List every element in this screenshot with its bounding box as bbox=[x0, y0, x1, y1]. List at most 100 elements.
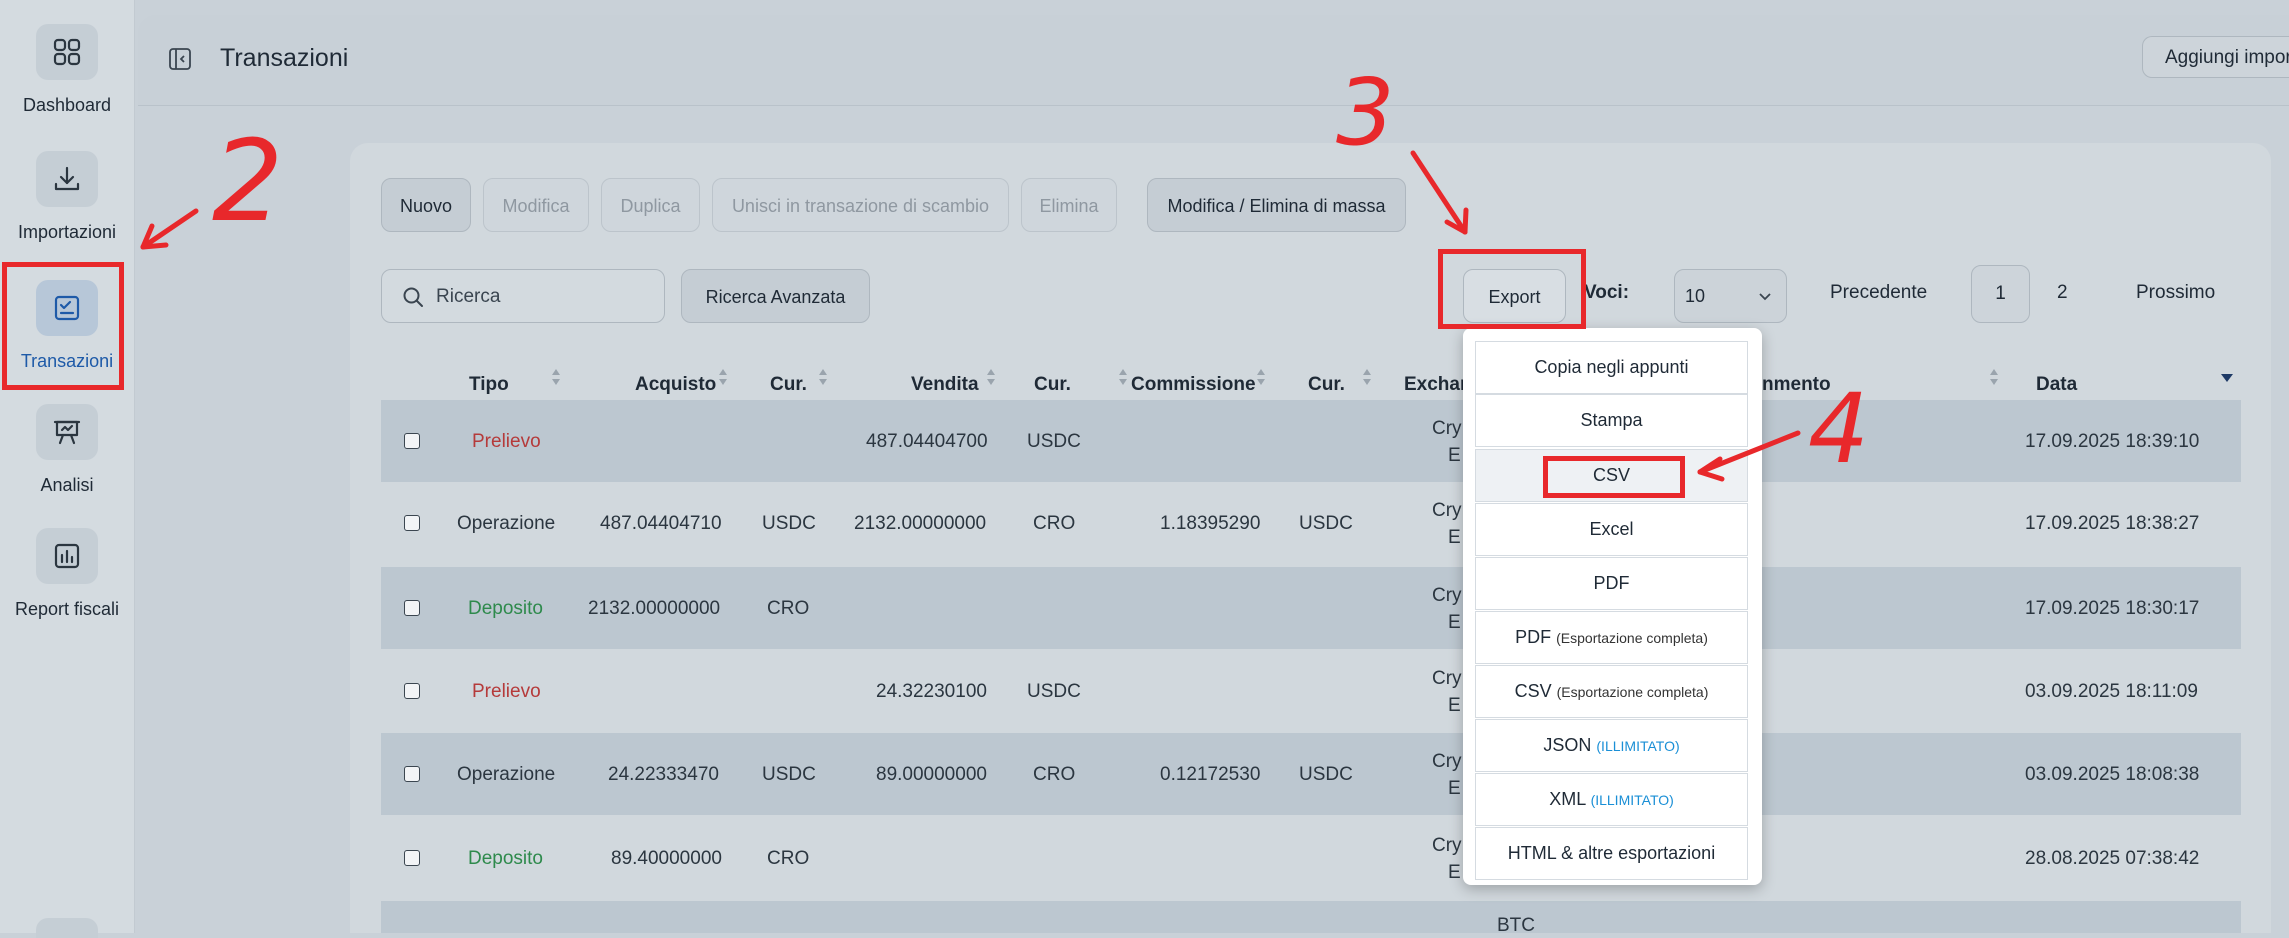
column-header-acquisto[interactable]: Acquisto bbox=[635, 374, 716, 396]
export-excel[interactable]: Excel bbox=[1475, 503, 1748, 556]
dashboard-grid-icon bbox=[36, 24, 98, 80]
advanced-search-button[interactable]: Ricerca Avanzata bbox=[681, 269, 870, 323]
menu-item-note: (ILLIMITATO) bbox=[1590, 792, 1674, 808]
search-box[interactable] bbox=[381, 269, 665, 324]
table-row[interactable]: Operazione 487.04404710 USDC 2132.000000… bbox=[381, 482, 2241, 564]
download-icon bbox=[36, 151, 98, 207]
sort-icon[interactable] bbox=[1118, 366, 1128, 388]
row-checkbox[interactable] bbox=[404, 433, 420, 449]
bulk-edit-delete-button[interactable]: Modifica / Elimina di massa bbox=[1147, 178, 1406, 232]
table-row[interactable]: Deposito 89.40000000 CRO Cry E 28.08.202… bbox=[381, 817, 2241, 899]
pagination-previous[interactable]: Precedente bbox=[1830, 282, 1927, 304]
sort-icon[interactable] bbox=[1989, 366, 1999, 388]
sort-desc-icon[interactable] bbox=[2220, 366, 2234, 388]
column-header-commento[interactable]: nmento bbox=[1762, 374, 1831, 396]
add-import-button[interactable]: Aggiungi impor bbox=[2142, 36, 2289, 78]
new-button[interactable]: Nuovo bbox=[381, 178, 471, 232]
search-input[interactable] bbox=[434, 270, 658, 324]
sort-icon[interactable] bbox=[1362, 366, 1372, 388]
cell-tipo: Operazione bbox=[457, 764, 556, 785]
table-row[interactable]: Deposito 2132.00000000 CRO Cry E 17.09.2… bbox=[381, 567, 2241, 649]
cell-exchange-2: E bbox=[1448, 612, 1461, 633]
export-pdf-full[interactable]: PDF (Esportazione completa) bbox=[1475, 611, 1748, 664]
collapse-sidebar-icon bbox=[169, 48, 191, 70]
cell-data: 17.09.2025 18:30:17 bbox=[2025, 598, 2200, 619]
cell-data: 17.09.2025 18:39:10 bbox=[2025, 431, 2200, 452]
table-row[interactable]: Prelievo 24.32230100 USDC Cry E 03.09.20… bbox=[381, 650, 2241, 732]
pagination-page-2[interactable]: 2 bbox=[2057, 282, 2068, 304]
cell-acquisto: 24.22333470 bbox=[608, 764, 719, 785]
column-header-vendita[interactable]: Vendita bbox=[911, 374, 979, 396]
column-header-cur-3[interactable]: Cur. bbox=[1308, 374, 1345, 396]
sidebar-item-label: Report fiscali bbox=[14, 599, 120, 619]
row-checkbox[interactable] bbox=[404, 683, 420, 699]
cell-exchange: Cry bbox=[1432, 500, 1462, 521]
export-dropdown-menu: Copia negli appunti Stampa CSV Excel PDF… bbox=[1463, 328, 1762, 885]
sort-icon[interactable] bbox=[986, 366, 996, 388]
annotation-box-transazioni bbox=[2, 262, 124, 390]
sidebar-item-label: Analisi bbox=[40, 475, 94, 495]
cell-exchange: BTC bbox=[1497, 915, 1535, 936]
export-xml[interactable]: XML (ILLIMITATO) bbox=[1475, 773, 1748, 826]
column-header-exchange[interactable]: Exchar bbox=[1404, 374, 1467, 396]
row-checkbox[interactable] bbox=[404, 600, 420, 616]
cell-tipo: Prelievo bbox=[472, 681, 541, 702]
sidebar-item-importazioni[interactable]: Importazioni bbox=[0, 151, 134, 243]
row-checkbox[interactable] bbox=[404, 850, 420, 866]
menu-item-label: Copia negli appunti bbox=[1534, 357, 1689, 377]
menu-item-note: (ILLIMITATO) bbox=[1596, 738, 1680, 754]
edit-button[interactable]: Modifica bbox=[483, 178, 589, 232]
sort-icon[interactable] bbox=[818, 366, 828, 388]
annotation-box-export bbox=[1438, 249, 1586, 329]
row-checkbox[interactable] bbox=[404, 515, 420, 531]
column-header-tipo[interactable]: Tipo bbox=[469, 374, 509, 396]
cell-vendita: 89.00000000 bbox=[876, 764, 987, 785]
cell-exchange-2: E bbox=[1448, 527, 1461, 548]
sort-icon[interactable] bbox=[718, 366, 728, 388]
merge-swap-button[interactable]: Unisci in transazione di scambio bbox=[712, 178, 1009, 232]
table-row[interactable]: BTC bbox=[381, 901, 2241, 936]
delete-button[interactable]: Elimina bbox=[1021, 178, 1117, 232]
export-pdf[interactable]: PDF bbox=[1475, 557, 1748, 610]
export-csv-full[interactable]: CSV (Esportazione completa) bbox=[1475, 665, 1748, 718]
pagination-next[interactable]: Prossimo bbox=[2136, 282, 2215, 304]
column-header-cur-1[interactable]: Cur. bbox=[770, 374, 807, 396]
column-header-cur-2[interactable]: Cur. bbox=[1034, 374, 1071, 396]
export-json[interactable]: JSON (ILLIMITATO) bbox=[1475, 719, 1748, 772]
sort-icon[interactable] bbox=[551, 366, 561, 388]
sidebar-collapse-button[interactable] bbox=[168, 47, 192, 71]
sidebar-item-analisi[interactable]: Analisi bbox=[0, 404, 134, 496]
annotation-arrow-2 bbox=[140, 208, 199, 250]
search-icon bbox=[403, 287, 423, 307]
sidebar-item-dashboard[interactable]: Dashboard bbox=[0, 24, 134, 116]
sort-icon[interactable] bbox=[1256, 366, 1266, 388]
cell-exchange-2: E bbox=[1448, 445, 1461, 466]
cell-cur-2: USDC bbox=[1027, 681, 1081, 702]
entries-per-page-select[interactable]: 10 bbox=[1674, 269, 1787, 323]
cell-exchange-2: E bbox=[1448, 778, 1461, 799]
cell-cur-3: USDC bbox=[1299, 513, 1353, 534]
duplicate-button[interactable]: Duplica bbox=[601, 178, 700, 232]
entries-label: Voci: bbox=[1584, 282, 1630, 303]
cell-exchange-2: E bbox=[1448, 862, 1461, 883]
sidebar-item-report-fiscali[interactable]: Report fiscali bbox=[0, 528, 134, 620]
export-copy-clipboard[interactable]: Copia negli appunti bbox=[1475, 341, 1748, 394]
cell-exchange: Cry bbox=[1432, 835, 1462, 856]
cell-cur-1: USDC bbox=[762, 513, 816, 534]
cell-exchange: Cry bbox=[1432, 668, 1462, 689]
column-header-commissione[interactable]: Commissione bbox=[1131, 374, 1256, 396]
menu-item-label: Stampa bbox=[1580, 410, 1643, 430]
row-checkbox[interactable] bbox=[404, 766, 420, 782]
export-print[interactable]: Stampa bbox=[1475, 394, 1748, 447]
menu-item-label: JSON bbox=[1543, 735, 1592, 755]
sidebar-item-label: Dashboard bbox=[22, 95, 112, 115]
table-row[interactable]: Operazione 24.22333470 USDC 89.00000000 … bbox=[381, 733, 2241, 815]
menu-item-note: (Esportazione completa) bbox=[1556, 630, 1708, 646]
cell-acquisto: 89.40000000 bbox=[611, 848, 722, 869]
cell-vendita: 487.04404700 bbox=[866, 431, 988, 452]
pagination-page-1[interactable]: 1 bbox=[1971, 265, 2030, 323]
column-header-data[interactable]: Data bbox=[2036, 374, 2077, 396]
table-row[interactable]: Prelievo 487.04404700 USDC Cry E 17.09.2… bbox=[381, 400, 2241, 482]
cell-vendita: 24.32230100 bbox=[876, 681, 987, 702]
export-html-other[interactable]: HTML & altre esportazioni bbox=[1475, 827, 1748, 880]
